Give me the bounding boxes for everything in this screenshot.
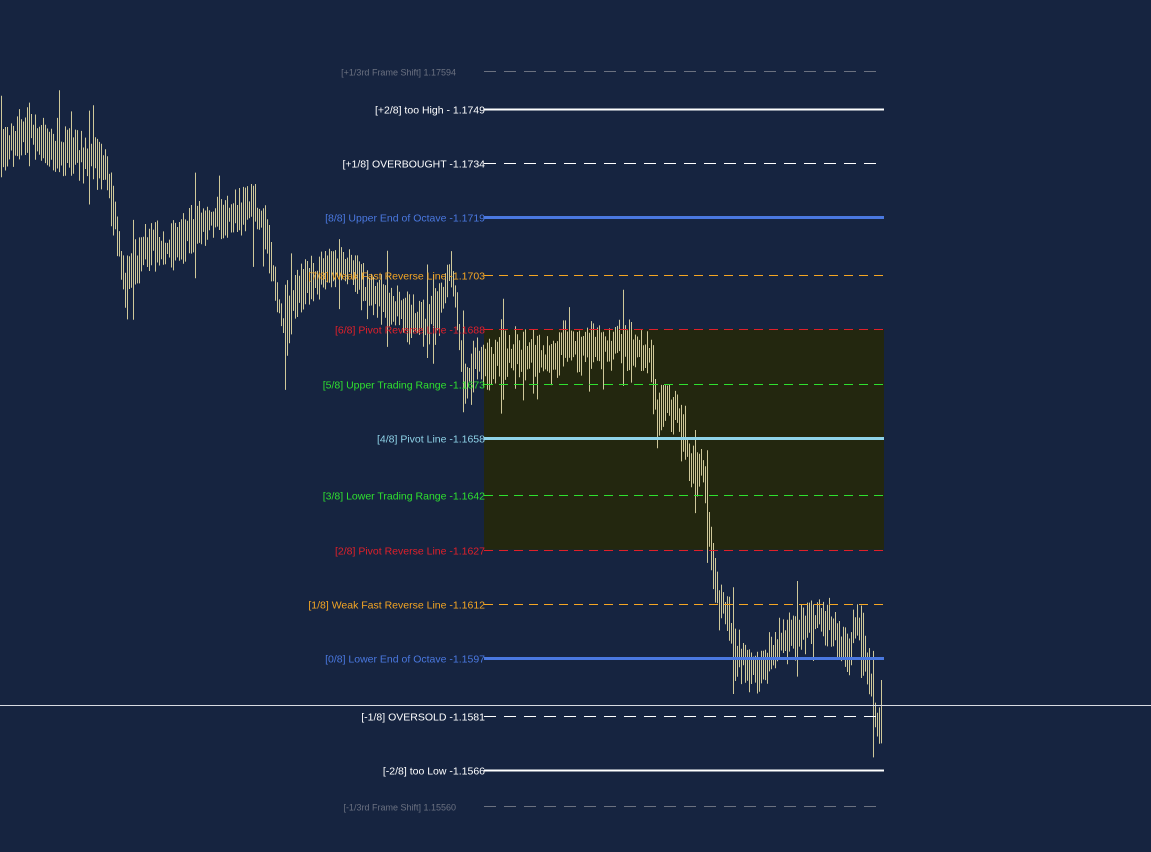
- level-label-l88: [8/8] Upper End of Octave -1.1719: [325, 213, 485, 225]
- level-label-l28: [2/8] Pivot Reverse Line -1.1627: [335, 546, 485, 558]
- level-label-l38: [3/8] Lower Trading Range -1.1642: [323, 491, 485, 503]
- level-label-l18: [1/8] Weak Fast Reverse Line -1.1612: [308, 600, 485, 612]
- level-label-l48: [4/8] Pivot Line -1.1658: [377, 434, 485, 446]
- level-label-p28: [+2/8] too High - 1.1749: [375, 105, 485, 117]
- level-label-m28: [-2/8] too Low -1.1566: [383, 766, 485, 778]
- level-label-m18: [-1/8] OVERSOLD -1.1581: [361, 712, 485, 724]
- level-label-frame_up: [+1/3rd Frame Shift] 1.17594: [341, 68, 456, 78]
- level-label-frame_dn: [-1/3rd Frame Shift] 1.15560: [343, 803, 456, 813]
- level-label-l78: [7/8] Weak Fast Reverse Line -1.1703: [308, 271, 485, 283]
- murrey-math-chart: [+1/3rd Frame Shift] 1.17594 [+2/8] too H…: [0, 0, 1151, 852]
- level-label-l08: [0/8] Lower End of Octave -1.1597: [325, 654, 485, 666]
- level-label-p18: [+1/8] OVERBOUGHT -1.1734: [343, 159, 486, 171]
- level-label-l58: [5/8] Upper Trading Range -1.1673: [323, 380, 485, 392]
- level-label-l68: [6/8] Pivot Reverse Line -1.1688: [335, 325, 485, 337]
